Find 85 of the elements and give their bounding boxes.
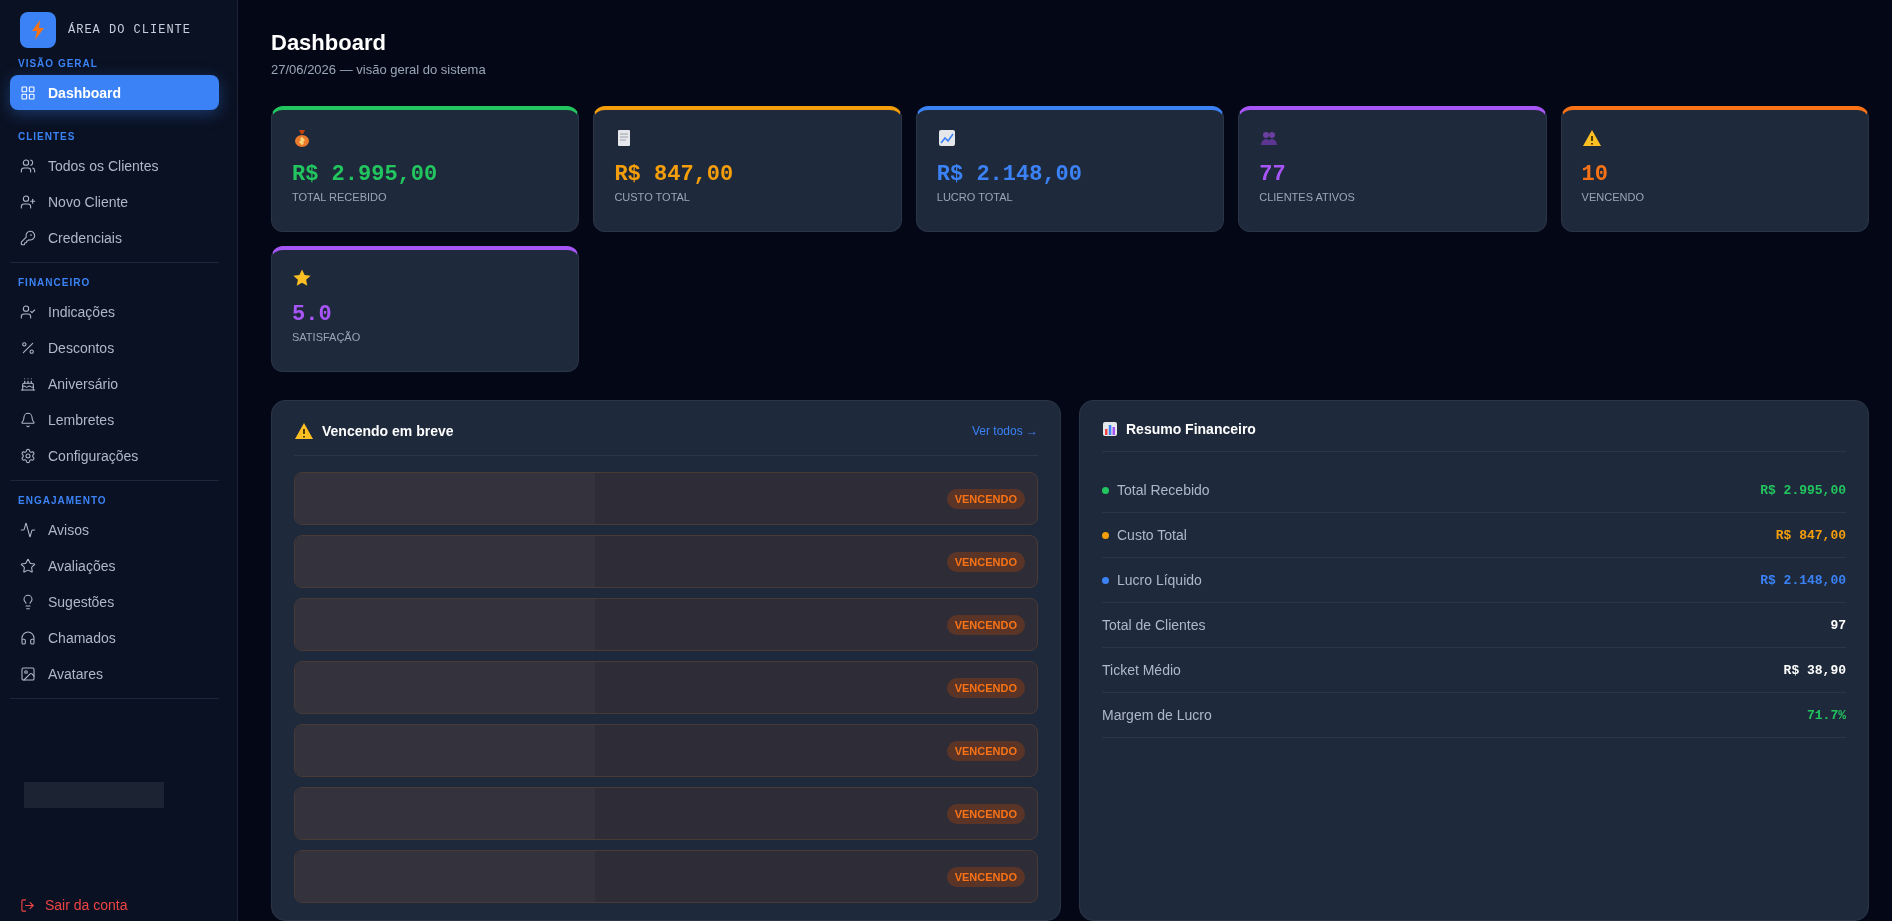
section-title: VISÃO GERAL [17,56,99,71]
money-bag-icon [292,128,312,148]
users-icon [20,157,36,174]
summary-value: 97 [1830,617,1846,633]
nav-item[interactable]: Avaliações [10,548,219,583]
panel-title: Resumo Financeiro [1126,421,1256,437]
star-icon [20,557,36,574]
grid-icon [20,84,36,101]
status-badge: VENCENDO [946,803,1025,824]
warning-icon [1581,128,1602,148]
expiring-row[interactable]: VENCENDO [294,661,1038,714]
bell-icon [20,411,36,428]
nav-item[interactable]: Descontos [10,330,219,365]
summary-value: R$ 2.148,00 [1760,572,1846,588]
nav-item[interactable]: Aniversário [10,366,219,401]
summary-label: Total de Clientes [1102,617,1206,633]
stat-label: VENCENDO [1581,191,1645,203]
section-title: ENGAJAMENTO [17,494,108,508]
bar-chart-icon [1102,421,1118,437]
user-check-icon [20,303,36,320]
nav-item[interactable]: Lembretes [10,402,219,437]
nav-item[interactable]: Dashboard [10,75,219,110]
panel-title: Vencendo em breve [322,423,454,439]
nav-item[interactable]: Sugestões [10,584,219,619]
see-all-link[interactable]: Ver todos → [971,424,1038,438]
summary-label: Ticket Médio [1102,662,1181,678]
status-badge: VENCENDO [946,866,1025,887]
summary-value: R$ 38,90 [1783,662,1846,678]
expiring-row[interactable]: VENCENDO [294,850,1038,903]
cake-icon [20,375,36,392]
status-badge: VENCENDO [946,740,1025,761]
nav-item[interactable]: Todos os Clientes [10,148,219,183]
stat-label: SATISFAÇÃO [292,331,362,343]
summary-value: R$ 847,00 [1775,527,1846,543]
stat-value: 77 [1259,162,1287,187]
status-badge: VENCENDO [946,488,1025,509]
section-title: CLIENTES [17,130,77,144]
stat-value: 10 [1581,162,1609,187]
stat-value: R$ 2.995,00 [292,162,439,187]
status-badge: VENCENDO [946,551,1025,572]
expiring-row[interactable]: VENCENDO [294,472,1038,525]
pulse-icon [20,521,36,538]
status-badge: VENCENDO [946,614,1025,635]
stat-label: CLIENTES ATIVOS [1259,191,1356,203]
warning-icon [294,421,314,441]
star-icon [292,268,312,288]
expiring-row[interactable]: VENCENDO [294,787,1038,840]
page-title: Dashboard [271,30,387,56]
brand-title: ÁREA DO CLIENTE [68,23,192,37]
nav-item[interactable]: Avatares [10,656,219,691]
key-icon [20,229,36,246]
expiring-row[interactable]: VENCENDO [294,724,1038,777]
chart-icon [936,128,957,148]
logout-icon [20,897,35,913]
headphones-icon [20,629,36,646]
user-plus-icon [20,193,36,210]
nav-item[interactable]: Avisos [10,512,219,547]
stat-value: R$ 2.148,00 [936,162,1084,187]
nav-item[interactable]: Indicações [10,294,219,329]
section-title: FINANCEIRO [17,276,92,290]
summary-value: 71.7% [1807,707,1846,723]
summary-label: Lucro Líquido [1117,572,1202,588]
stat-label: LUCRO TOTAL [936,191,1014,203]
page-subtitle: 27/06/2026 — visão geral do sistema [271,62,487,77]
nav-item[interactable]: Configurações [10,438,219,473]
image-icon [20,665,36,682]
lightbulb-icon [20,593,36,610]
expiring-row[interactable]: VENCENDO [294,535,1038,588]
expiring-row[interactable]: VENCENDO [294,598,1038,651]
nav-item[interactable]: Credenciais [10,220,219,255]
nav-item[interactable]: Chamados [10,620,219,655]
summary-value: R$ 2.995,00 [1760,482,1846,498]
nav-item[interactable]: Novo Cliente [10,184,219,219]
status-badge: VENCENDO [946,677,1025,698]
percent-icon [20,339,36,356]
summary-label: Margem de Lucro [1102,707,1212,723]
stat-value: R$ 847,00 [614,162,735,187]
summary-label: Total Recebido [1117,482,1210,498]
stat-label: CUSTO TOTAL [614,191,691,203]
settings-icon [20,447,36,464]
summary-label: Custo Total [1117,527,1187,543]
stat-value: 5.0 [292,302,333,327]
stat-label: TOTAL RECEBIDO [292,191,388,203]
bolt-logo-icon [20,12,56,48]
logout-link[interactable]: Sair da conta [10,887,227,913]
